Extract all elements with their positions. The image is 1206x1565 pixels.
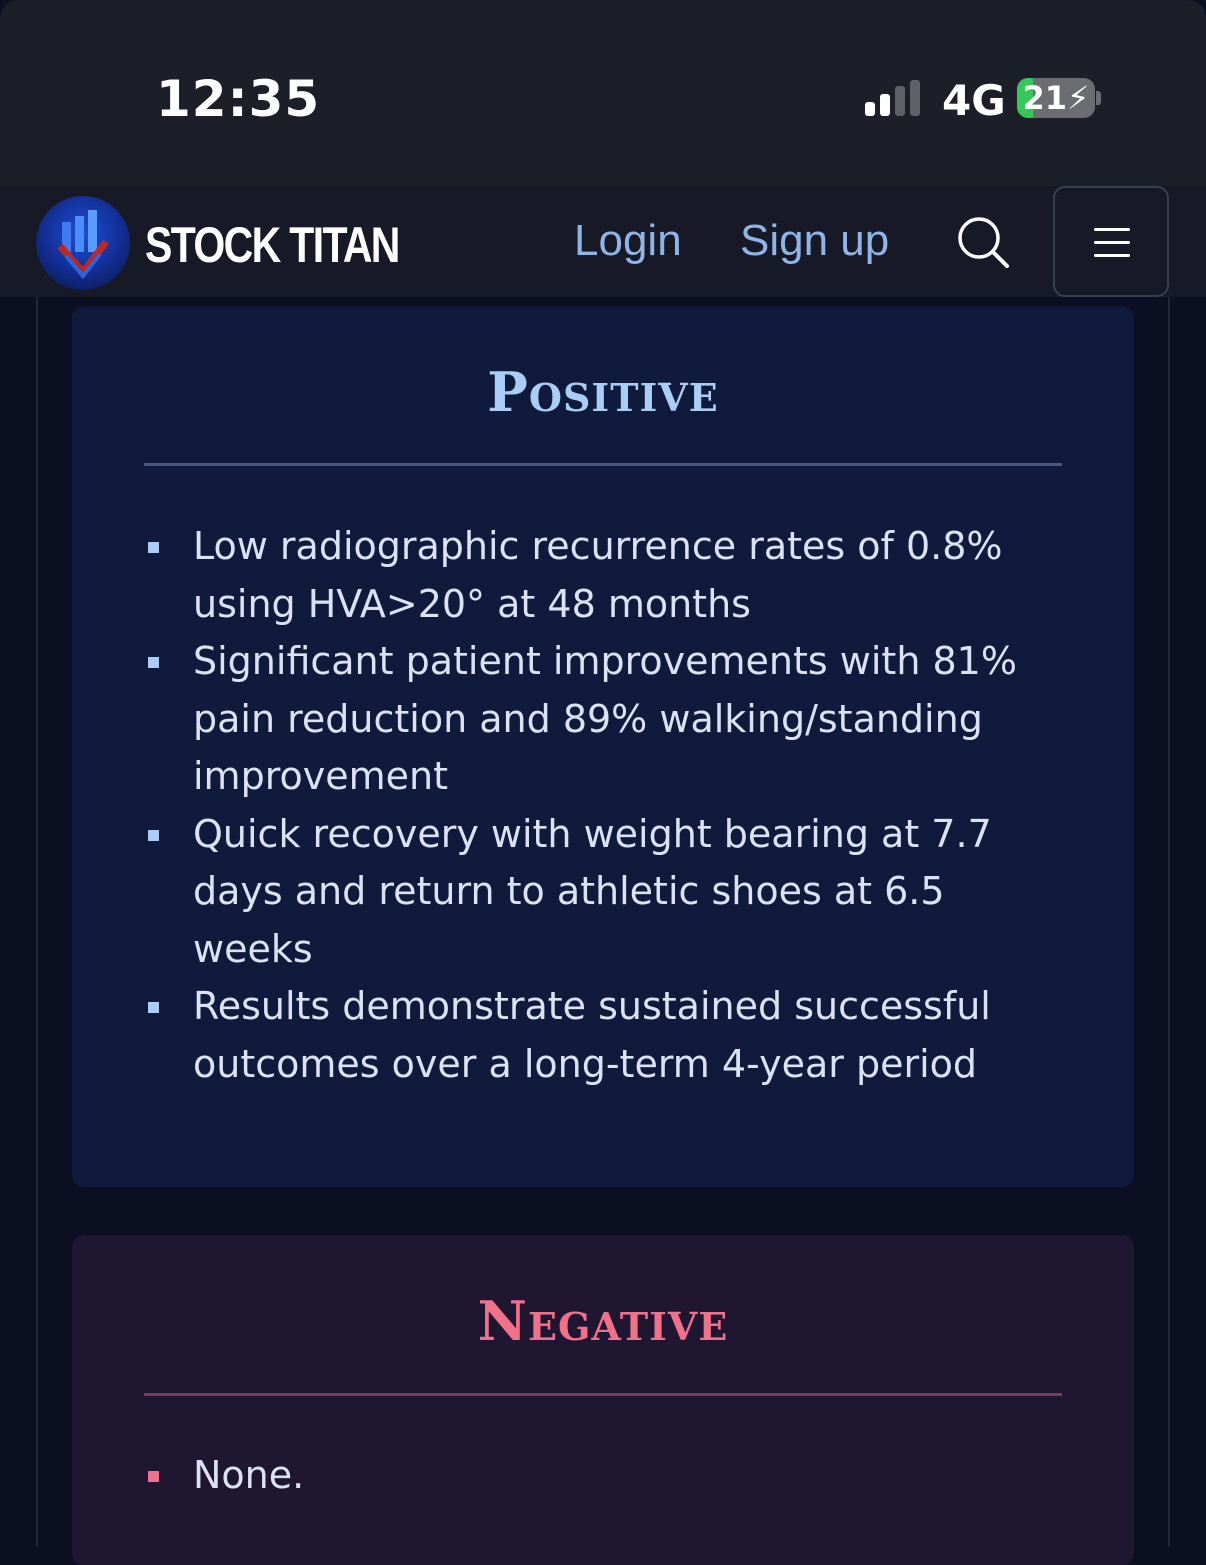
battery-tip (1096, 91, 1101, 105)
positive-divider (144, 463, 1062, 466)
menu-icon (1094, 228, 1130, 231)
status-bar: 12:35 4G 21⚡ (0, 0, 1206, 186)
bullet-icon (148, 1002, 159, 1013)
stock-titan-logo[interactable] (36, 196, 130, 290)
battery-level: 21⚡ (1022, 79, 1090, 117)
brand-name[interactable]: STOCK TITAN (145, 216, 400, 274)
positive-title: Positive (487, 360, 719, 424)
list-item: Quick recovery with weight bearing at 7.… (144, 806, 1044, 979)
battery-icon: 21⚡ (1017, 78, 1095, 118)
positive-card: Positive Low radiographic recurrence rat… (72, 306, 1134, 1187)
list-item: Low radiographic recurrence rates of 0.8… (144, 518, 1044, 633)
signup-link[interactable]: Sign up (740, 216, 889, 266)
bullet-icon (148, 657, 159, 668)
site-header: STOCK TITAN Login Sign up (0, 186, 1206, 297)
list-item: Significant patient improvements with 81… (144, 633, 1044, 806)
negative-divider (144, 1393, 1062, 1396)
list-item: Results demonstrate sustained successful… (144, 978, 1044, 1093)
negative-card: Negative None. (72, 1235, 1134, 1565)
signal-icon (865, 80, 925, 116)
bullet-icon (148, 542, 159, 553)
status-time: 12:35 (156, 70, 321, 128)
bullet-icon (148, 1471, 159, 1482)
login-link[interactable]: Login (574, 216, 682, 266)
menu-button[interactable] (1053, 186, 1169, 297)
positive-list: Low radiographic recurrence rates of 0.8… (144, 518, 1044, 1093)
network-type: 4G (942, 76, 1006, 125)
list-item: None. (144, 1447, 1044, 1505)
search-icon[interactable] (955, 214, 1011, 270)
bullet-icon (148, 829, 159, 841)
negative-list: None. (144, 1447, 1044, 1505)
negative-title: Negative (477, 1289, 729, 1353)
